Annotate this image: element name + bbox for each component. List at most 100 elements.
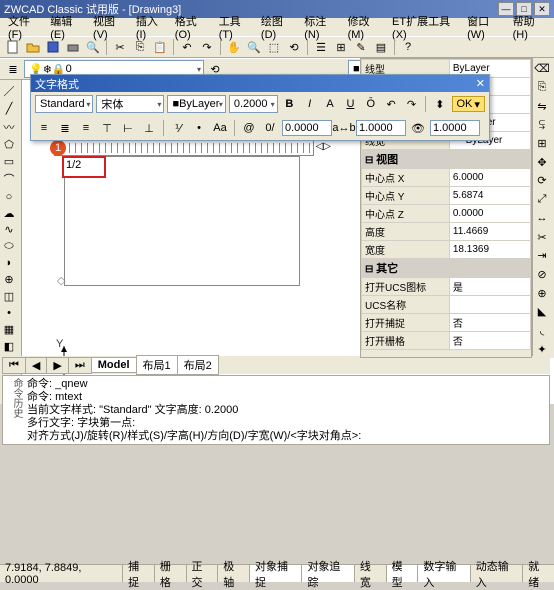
tab-nav-next[interactable]: ▶ <box>46 357 68 374</box>
block-icon[interactable]: ◫ <box>0 289 18 305</box>
text-format-close-icon[interactable]: ✕ <box>476 77 485 90</box>
new-icon[interactable] <box>4 38 22 56</box>
stack-icon[interactable]: ⬍ <box>431 95 448 113</box>
menu-help[interactable]: 帮助(H) <box>509 12 550 42</box>
preview-icon[interactable]: 🔍 <box>84 38 102 56</box>
textheight-combo[interactable]: 0.2000 <box>229 95 278 113</box>
textcolor-combo[interactable]: ■ByLayer <box>167 95 225 113</box>
width-field[interactable] <box>356 120 406 136</box>
revcloud-icon[interactable]: ☁ <box>0 206 18 222</box>
undo2-icon[interactable]: ↶ <box>382 95 399 113</box>
symbol-icon[interactable]: @ <box>240 119 258 137</box>
align-center-icon[interactable]: ≣ <box>56 119 74 137</box>
eye-icon[interactable]: 👁 <box>409 119 427 137</box>
xline-icon[interactable]: ╱ <box>0 101 18 117</box>
status-grid[interactable]: 栅格 <box>155 565 187 582</box>
point-icon[interactable]: • <box>0 305 18 321</box>
font-a-icon[interactable]: A <box>321 95 338 113</box>
move-icon[interactable]: ✥ <box>533 153 551 171</box>
cut-icon[interactable]: ✂ <box>111 38 129 56</box>
bold-icon[interactable]: B <box>281 95 298 113</box>
status-dyn[interactable]: 动态输入 <box>471 565 523 582</box>
status-ortho[interactable]: 正交 <box>187 565 219 582</box>
status-snap[interactable]: 捕捉 <box>123 565 155 582</box>
ellarc-icon[interactable]: ◗ <box>0 255 18 271</box>
mtext-editor[interactable]: 1/2 <box>62 156 106 178</box>
underline-icon[interactable]: U <box>342 95 359 113</box>
spline-icon[interactable]: ∿ <box>0 222 18 238</box>
help-icon[interactable]: ? <box>399 38 417 56</box>
rect-icon[interactable]: ▭ <box>0 153 18 169</box>
ruler-handle-icon[interactable]: ◁▷ <box>316 141 331 152</box>
trim-icon[interactable]: ✂ <box>533 228 551 246</box>
align-bot-icon[interactable]: ⊥ <box>140 119 158 137</box>
text-format-title-bar[interactable]: 文字格式 ✕ <box>31 75 489 92</box>
erase-icon[interactable]: ⌫ <box>533 60 551 78</box>
ellipse-icon[interactable]: ⬭ <box>0 239 18 255</box>
redo2-icon[interactable]: ↷ <box>403 95 420 113</box>
italic-icon[interactable]: I <box>301 95 318 113</box>
array-icon[interactable]: ⊞ <box>533 135 551 153</box>
align-left-icon[interactable]: ≡ <box>35 119 53 137</box>
undo-icon[interactable]: ↶ <box>178 38 196 56</box>
zoomwin-icon[interactable]: ⬚ <box>265 38 283 56</box>
gradient-icon[interactable]: ◧ <box>0 339 18 355</box>
zoom-icon[interactable]: 🔍 <box>245 38 263 56</box>
save-icon[interactable] <box>44 38 62 56</box>
print-icon[interactable] <box>64 38 82 56</box>
status-otrack[interactable]: 对象追踪 <box>302 565 354 582</box>
calc-icon[interactable]: ▤ <box>372 38 390 56</box>
offset-icon[interactable]: ⥹ <box>533 116 551 134</box>
overline-icon[interactable]: Ō <box>362 95 379 113</box>
numbering-icon[interactable]: ⅟ <box>169 119 187 137</box>
uppercase-icon[interactable]: Aa <box>211 119 229 137</box>
widthfactor-icon[interactable]: a↔b <box>335 119 353 137</box>
frame-handle-icon[interactable]: ◇ <box>57 274 65 287</box>
props-icon[interactable]: ☰ <box>312 38 330 56</box>
tracking-field[interactable] <box>282 120 332 136</box>
hatch-icon[interactable]: ▦ <box>0 322 18 338</box>
font-combo[interactable]: 宋体 <box>96 95 164 113</box>
ok-button[interactable]: OK ▾ <box>452 96 485 112</box>
insert-icon[interactable]: ⊕ <box>0 272 18 288</box>
pline-icon[interactable]: 〰 <box>0 118 18 136</box>
width-field-2[interactable] <box>430 120 480 136</box>
redo-icon[interactable]: ↷ <box>198 38 216 56</box>
zoomprev-icon[interactable]: ⟲ <box>285 38 303 56</box>
command-window[interactable]: 命令历史 命令: _qnew 命令: mtext 当前文字样式: "Standa… <box>2 375 550 445</box>
align-mid-icon[interactable]: ⊢ <box>119 119 137 137</box>
pan-icon[interactable]: ✋ <box>225 38 243 56</box>
stretch-icon[interactable]: ↔ <box>533 210 551 228</box>
paste-icon[interactable]: 📋 <box>151 38 169 56</box>
status-polar[interactable]: 极轴 <box>218 565 250 582</box>
line-icon[interactable]: ／ <box>0 82 18 100</box>
fillet-icon[interactable]: ◟ <box>533 322 551 340</box>
mirror-icon[interactable]: ⇋ <box>533 97 551 115</box>
open-icon[interactable] <box>24 38 42 56</box>
circle-icon[interactable]: ○ <box>0 189 18 205</box>
textstyle-combo[interactable]: Standard <box>35 95 93 113</box>
status-lwt[interactable]: 线宽 <box>355 565 387 582</box>
design-icon[interactable]: ⊞ <box>332 38 350 56</box>
text-ruler[interactable]: ◁▷ <box>54 140 314 156</box>
tab-nav-first[interactable]: ⏮ <box>2 357 26 374</box>
bullet-icon[interactable]: • <box>190 119 208 137</box>
tab-nav-last[interactable]: ⏭ <box>68 357 92 374</box>
scale-icon[interactable]: ⤢ <box>533 191 551 209</box>
rotate-icon[interactable]: ⟳ <box>533 172 551 190</box>
polygon-icon[interactable]: ⬠ <box>0 137 18 153</box>
tab-nav-prev[interactable]: ◀ <box>25 357 47 374</box>
break-icon[interactable]: ⊘ <box>533 266 551 284</box>
chamfer-icon[interactable]: ◣ <box>533 303 551 321</box>
oblique-icon[interactable]: 0/ <box>261 119 279 137</box>
menu-window[interactable]: 窗口(W) <box>463 12 507 42</box>
layermgr-icon[interactable]: ≣ <box>4 60 22 78</box>
tab-model[interactable]: Model <box>91 357 137 373</box>
status-numinput[interactable]: 数字输入 <box>418 565 470 582</box>
copy-icon[interactable]: ⎘ <box>131 38 149 56</box>
status-osnap[interactable]: 对象捕捉 <box>250 565 302 582</box>
align-top-icon[interactable]: ⊤ <box>98 119 116 137</box>
tab-layout1[interactable]: 布局1 <box>136 355 178 375</box>
status-model[interactable]: 模型 <box>387 565 419 582</box>
tool-icon[interactable]: ✎ <box>352 38 370 56</box>
